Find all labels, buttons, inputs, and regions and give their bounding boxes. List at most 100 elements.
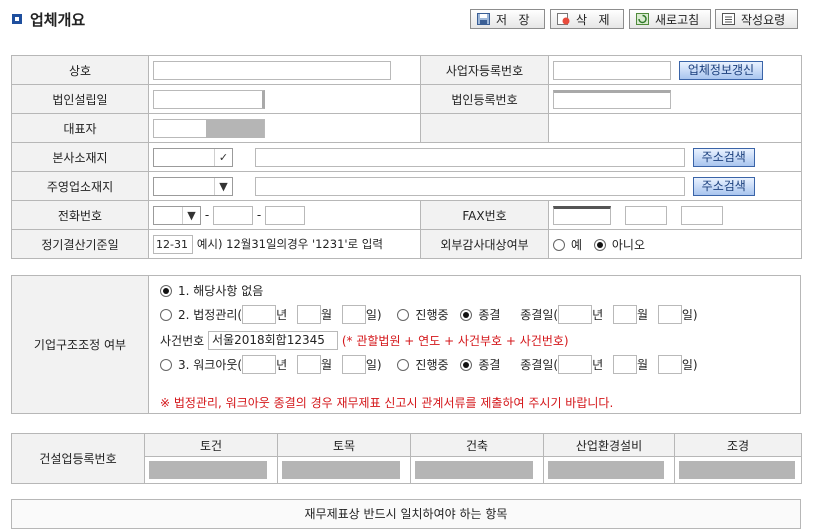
opt3-start-year-input[interactable]	[242, 355, 277, 374]
chevron-down-icon: ▼	[182, 206, 200, 224]
opt3-end-day-input[interactable]	[657, 355, 682, 374]
hq-address-cell: ✓ 주소검색	[148, 142, 802, 172]
founded-date-input[interactable]	[153, 89, 265, 109]
bizno-cell: 업체정보갱신	[548, 55, 802, 85]
opt2-start-year-input[interactable]	[242, 305, 277, 324]
restructuring-opt1-row: 1. 해당사항 없음	[160, 282, 263, 299]
audit-no-radio[interactable]	[593, 239, 606, 251]
opt2-end-day-input[interactable]	[657, 305, 682, 324]
opt2-in-progress-radio[interactable]	[397, 308, 410, 321]
check-icon: ✓	[214, 148, 232, 166]
construction-column-header: 토목	[277, 433, 411, 457]
guide-label: 작성요령	[741, 12, 786, 27]
company-name-input[interactable]	[153, 60, 391, 80]
restructuring-section: 기업구조조정 여부 1. 해당사항 없음 2. 법정관리(년 월 일) 진행중 …	[11, 275, 801, 414]
update-company-button[interactable]: 업체정보갱신	[678, 60, 764, 80]
phone-dash-1: -	[204, 207, 210, 222]
hq-address-search-button[interactable]: 주소검색	[692, 147, 755, 167]
opt2-radio[interactable]	[160, 308, 172, 321]
fax-last-input[interactable]	[680, 205, 723, 225]
save-label: 저 장	[496, 12, 530, 27]
phone-last-input[interactable]	[265, 205, 305, 225]
hq-region-select[interactable]: ✓	[153, 147, 233, 167]
restructuring-label: 기업구조조정 여부	[12, 276, 149, 413]
day-text: 일)	[681, 308, 698, 322]
opt2-end-year-input[interactable]	[558, 305, 593, 324]
opt3-radio[interactable]	[160, 358, 172, 371]
in-progress-label: 진행중	[415, 308, 449, 322]
opt3-start-month-input[interactable]	[296, 355, 321, 374]
case-number-input[interactable]: 서울2018회합12345	[208, 331, 338, 350]
ended-label: 종결	[478, 308, 501, 322]
opt3-start-day-input[interactable]	[341, 355, 366, 374]
hq-address-label: 본사소재지	[11, 142, 149, 172]
month-text: 월	[636, 308, 649, 322]
delete-button[interactable]: 삭 제	[550, 9, 624, 29]
phone-middle-input[interactable]	[213, 205, 253, 225]
construction-input-landscape[interactable]	[679, 461, 795, 479]
company-name-label: 상호	[11, 55, 149, 85]
phone-area-select[interactable]: ▼	[153, 205, 201, 225]
founded-date-cell	[148, 84, 421, 114]
month-text: 월	[320, 358, 333, 372]
construction-input-tomok[interactable]	[282, 461, 400, 479]
day-text: 일)	[365, 308, 382, 322]
ceo-input[interactable]	[153, 118, 265, 138]
chevron-down-icon: ▼	[214, 177, 232, 195]
main-office-region-select[interactable]: ▼	[153, 176, 233, 196]
hq-address-input[interactable]	[254, 147, 685, 167]
opt1-radio[interactable]	[160, 284, 172, 297]
month-text: 월	[320, 308, 333, 322]
audit-yes-label: 예	[571, 237, 583, 252]
opt3-ended-radio[interactable]	[460, 358, 473, 371]
day-text: 일)	[681, 358, 698, 372]
closing-date-cell: 12-31 예시) 12월31일의경우 '1231'로 입력	[148, 229, 421, 259]
ceo-cell	[148, 113, 421, 143]
audit-yes-radio[interactable]	[553, 239, 565, 251]
company-name-cell	[148, 55, 421, 85]
bizno-label: 사업자등록번호	[420, 55, 549, 85]
guide-button[interactable]: 작성요령	[715, 9, 798, 29]
opt2-start-day-input[interactable]	[341, 305, 366, 324]
year-text: 년	[592, 358, 604, 372]
case-number-label: 사건번호	[160, 334, 205, 348]
end-date-label: 종결일(	[520, 358, 559, 372]
save-button[interactable]: 저 장	[470, 9, 545, 29]
closing-date-label: 정기결산기준일	[11, 229, 149, 259]
delete-icon	[557, 13, 570, 25]
opt3-end-month-input[interactable]	[612, 355, 637, 374]
restructuring-opt2-row: 2. 법정관리(년 월 일) 진행중 종결 종결일(년 월 일)	[160, 305, 698, 324]
construction-cell	[543, 456, 675, 484]
audit-cell: 예 아니오	[548, 229, 802, 259]
case-number-row: 사건번호 서울2018회합12345 (* 관할법원 + 연도 + 사건부호 +…	[160, 331, 569, 350]
construction-registration-table: 건설업등록번호 토건 토목 건축 산업환경설비 조경	[11, 433, 802, 484]
empty-value-cell	[548, 113, 802, 143]
corpno-input[interactable]	[553, 89, 671, 109]
closing-date-input[interactable]: 12-31	[153, 234, 193, 254]
fax-middle-input[interactable]	[624, 205, 667, 225]
opt3-end-year-input[interactable]	[558, 355, 593, 374]
opt2-end-month-input[interactable]	[612, 305, 637, 324]
guide-icon	[722, 13, 735, 25]
opt3-in-progress-radio[interactable]	[397, 358, 410, 371]
opt2-start-month-input[interactable]	[296, 305, 321, 324]
ceo-label: 대표자	[11, 113, 149, 143]
main-office-address-input[interactable]	[254, 176, 685, 196]
construction-input-building[interactable]	[415, 461, 533, 479]
construction-input-tojun[interactable]	[149, 461, 267, 479]
fax-area-input[interactable]	[553, 205, 611, 225]
day-text: 일)	[365, 358, 382, 372]
case-number-hint: (* 관할법원 + 연도 + 사건부호 + 사건번호)	[341, 334, 569, 348]
restructuring-opt3-row: 3. 워크아웃(년 월 일) 진행중 종결 종결일(년 월 일)	[160, 355, 698, 374]
refresh-button[interactable]: 새로고침	[629, 9, 711, 29]
refresh-label: 새로고침	[655, 12, 700, 27]
opt2-ended-radio[interactable]	[460, 308, 473, 321]
construction-column-header: 조경	[674, 433, 802, 457]
page-title: 업체개요	[30, 11, 86, 29]
main-office-cell: ▼ 주소검색	[148, 171, 802, 201]
month-text: 월	[636, 358, 649, 372]
bizno-input[interactable]	[553, 60, 671, 80]
main-office-search-button[interactable]: 주소검색	[692, 176, 755, 196]
corpno-cell	[548, 84, 802, 114]
construction-input-industrial[interactable]	[548, 461, 664, 479]
